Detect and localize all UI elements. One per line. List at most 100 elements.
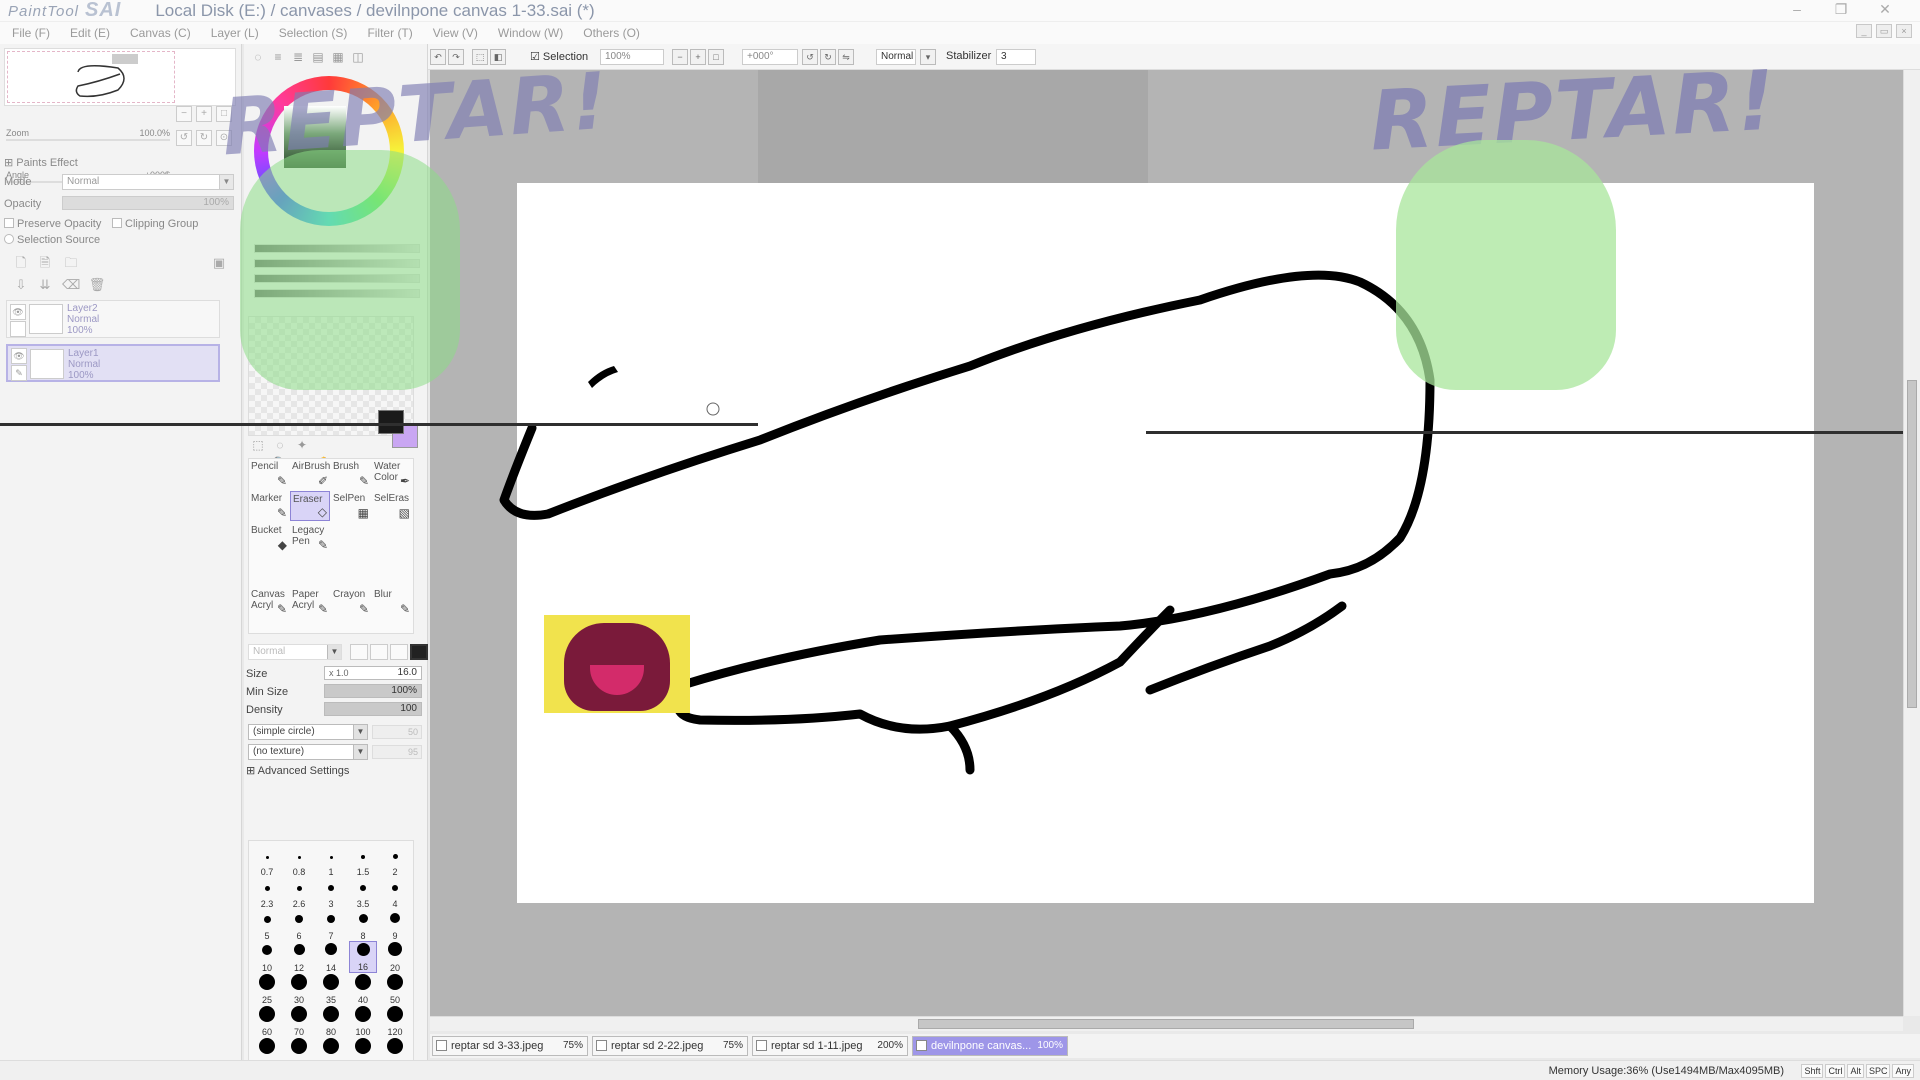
doc-restore-button[interactable]: ▭ (1876, 24, 1892, 38)
edge-hardness-3[interactable] (390, 644, 408, 660)
primary-color-swatch[interactable] (378, 410, 404, 434)
transfer-down-icon[interactable]: ⇩ (12, 276, 30, 294)
blend-mode-dropdown[interactable]: ▾ (920, 49, 936, 65)
brush-size-8[interactable]: 8 (349, 909, 377, 941)
tool-canvas-acryl[interactable]: Canvas Acryl ✎ (249, 587, 289, 617)
navigator-thumbnail[interactable] (7, 51, 175, 103)
tool-paper-acryl[interactable]: Paper Acryl ✎ (290, 587, 330, 617)
close-button[interactable]: ✕ (1872, 0, 1898, 18)
zoom-out-button[interactable]: − (672, 49, 688, 65)
horizontal-scrollbar[interactable] (430, 1016, 1903, 1031)
menu-canvas[interactable]: Canvas (C) (130, 26, 191, 40)
new-folder-icon[interactable]: 🗀 (62, 254, 80, 272)
horizontal-scroll-thumb[interactable] (918, 1019, 1414, 1029)
tool-crayon[interactable]: Crayon ✎ (331, 587, 371, 617)
redo-button[interactable]: ↷ (448, 49, 464, 65)
zoom-fit-button[interactable]: □ (708, 49, 724, 65)
rotate-left-button[interactable]: ↺ (802, 49, 818, 65)
brush-size-5[interactable]: 5 (253, 909, 281, 941)
edge-hardness-4[interactable] (410, 644, 428, 660)
brush-size-35[interactable]: 35 (317, 973, 345, 1005)
eye-icon[interactable]: 👁 (10, 304, 26, 320)
menu-layer[interactable]: Layer (L) (211, 26, 259, 40)
min-size-slider[interactable]: 100% (324, 684, 422, 698)
doc-close-button[interactable]: × (1896, 24, 1912, 38)
brush-size-2[interactable]: 2 (381, 845, 409, 877)
density-slider[interactable]: 100 (324, 702, 422, 716)
tool-watercolor[interactable]: Water Color ✒ (372, 459, 412, 489)
advanced-settings-toggle[interactable]: ⊞ Advanced Settings (246, 764, 349, 777)
color-mixer-mode-icon[interactable]: ▤ (308, 48, 328, 66)
texture-strength[interactable]: 95 (372, 745, 422, 759)
canvas-area[interactable] (430, 70, 1903, 1016)
brush-size-20[interactable]: 20 (381, 941, 409, 973)
menu-file[interactable]: File (F) (12, 26, 50, 40)
brush-size-3[interactable]: 3 (317, 877, 345, 909)
pen-icon[interactable]: ✎ (11, 365, 27, 381)
brush-shape-select[interactable]: (simple circle) ▼ (248, 724, 368, 740)
brush-size-40[interactable]: 40 (349, 973, 377, 1005)
vertical-scrollbar[interactable] (1903, 70, 1920, 1016)
brush-size-4[interactable]: 4 (381, 877, 409, 909)
layer-item-layer1[interactable]: 👁 ✎ Layer1 Normal 100% (6, 344, 220, 382)
brush-size-0-7[interactable]: 0.7 (253, 845, 281, 877)
brush-size-10[interactable]: 10 (253, 941, 281, 973)
navigator-panel[interactable] (4, 48, 236, 106)
tab-reptar-sd-2-22[interactable]: reptar sd 2-22.jpeg 75% (592, 1036, 748, 1056)
brush-size-0-8[interactable]: 0.8 (285, 845, 313, 877)
zoom-in-button[interactable]: + (690, 49, 706, 65)
rotate-right-button[interactable]: ↻ (820, 49, 836, 65)
flip-button[interactable]: ⇋ (838, 49, 854, 65)
brush-size-30[interactable]: 30 (285, 973, 313, 1005)
angle-select[interactable]: +000° (742, 49, 798, 65)
menu-others[interactable]: Others (O) (583, 26, 640, 40)
layer-mode-select[interactable]: Normal ▼ (62, 174, 234, 190)
edge-hardness-1[interactable] (350, 644, 368, 660)
brush-blend-select[interactable]: Normal ▼ (248, 644, 342, 660)
new-layer-icon[interactable]: 🗋 (12, 254, 30, 272)
menu-selection[interactable]: Selection (S) (279, 26, 348, 40)
rect-select-icon[interactable]: ⬚ (248, 436, 268, 454)
tool-eraser[interactable]: Eraser ◇ (290, 491, 330, 521)
brush-size-1[interactable]: 1 (317, 845, 345, 877)
tool-seleraser[interactable]: SelEras ▧ (372, 491, 412, 521)
trash-icon[interactable]: 🗑 (88, 276, 106, 294)
layer-mask-icon[interactable]: ▣ (210, 254, 228, 272)
brush-size-100[interactable]: 100 (349, 1005, 377, 1037)
hsv-slider-mode-icon[interactable]: ≣ (288, 48, 308, 66)
new-linework-layer-icon[interactable]: 🗎 (36, 254, 54, 272)
deselect-button[interactable]: ⬚ (472, 49, 488, 65)
lasso-icon[interactable]: ◌ (270, 436, 290, 454)
zoom-select[interactable]: 100% (600, 49, 664, 65)
lock-toggle[interactable] (10, 321, 26, 337)
menu-filter[interactable]: Filter (T) (367, 26, 412, 40)
brush-size-16[interactable]: 16 (349, 941, 377, 973)
minimize-button[interactable]: – (1784, 0, 1810, 18)
menu-window[interactable]: Window (W) (498, 26, 563, 40)
brush-size-2-6[interactable]: 2.6 (285, 877, 313, 909)
brush-size-6[interactable]: 6 (285, 909, 313, 941)
restore-button[interactable]: ❐ (1828, 0, 1854, 18)
tab-reptar-sd-1-11[interactable]: reptar sd 1-11.jpeg 200% (752, 1036, 908, 1056)
tool-airbrush[interactable]: AirBrush ✐ (290, 459, 330, 489)
tab-devilnpone-canvas[interactable]: devilnpone canvas... 100% (912, 1036, 1068, 1056)
zoom-slider[interactable]: Zoom 100.0% (6, 128, 170, 142)
invert-selection-button[interactable]: ◧ (490, 49, 506, 65)
eye-icon[interactable]: 👁 (11, 348, 27, 364)
brush-size-9[interactable]: 9 (381, 909, 409, 941)
menu-view[interactable]: View (V) (433, 26, 478, 40)
rotate-left-button[interactable]: ↺ (176, 130, 192, 146)
paints-effect-header[interactable]: ⊞ Paints Effect (4, 156, 78, 169)
tool-bucket[interactable]: Bucket ◆ (249, 523, 289, 553)
magic-wand-icon[interactable]: ✦ (292, 436, 312, 454)
size-slider[interactable]: x 1.0 16.0 (324, 666, 422, 680)
rotate-right-button[interactable]: ↻ (196, 130, 212, 146)
layer-item-layer2[interactable]: 👁 Layer2 Normal 100% (6, 300, 220, 338)
clear-layer-icon[interactable]: ⌫ (62, 276, 80, 294)
stabilizer-select[interactable]: 3 (996, 49, 1036, 65)
brush-size-2-3[interactable]: 2.3 (253, 877, 281, 909)
scratchpad-mode-icon[interactable]: ◫ (348, 48, 368, 66)
shape-strength[interactable]: 50 (372, 725, 422, 739)
tab-reptar-sd-3-33[interactable]: reptar sd 3-33.jpeg 75% (432, 1036, 588, 1056)
preserve-opacity-checkbox[interactable]: Preserve Opacity (4, 218, 101, 230)
